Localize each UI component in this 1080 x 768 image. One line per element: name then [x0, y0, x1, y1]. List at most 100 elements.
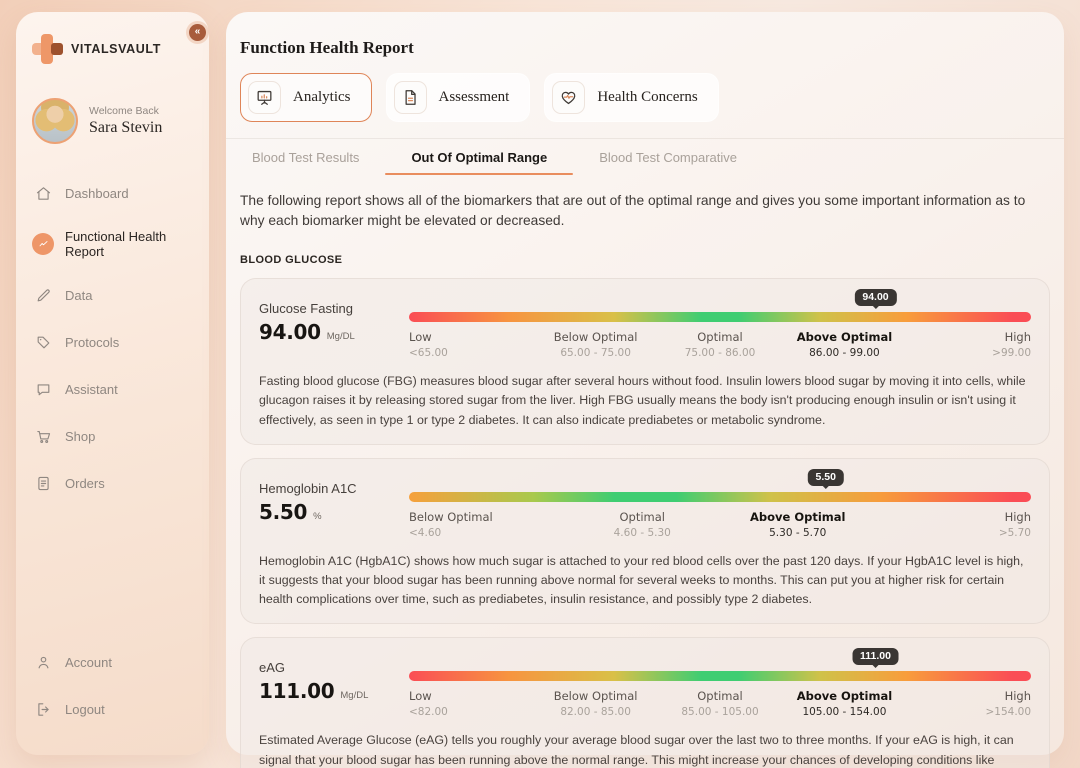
tab-analytics[interactable]: Analytics	[240, 73, 372, 122]
range-values: <65.00	[409, 347, 533, 359]
tab-label: Assessment	[439, 89, 510, 106]
range-below-optimal: Below Optimal <4.60	[409, 510, 565, 539]
range-values: 75.00 - 86.00	[658, 347, 782, 359]
biomarker-name: eAG	[259, 660, 409, 675]
range-values: 105.00 - 154.00	[782, 706, 906, 718]
biomarker-value: 111.00	[259, 679, 334, 703]
main-panel: Function Health Report Analytics Assessme…	[226, 12, 1064, 755]
biomarker-card-eag: eAG 111.00 Mg/DL 111.00 Low <82.00Below Optim…	[240, 637, 1050, 768]
receipt-icon	[32, 472, 54, 494]
sidebar-item-label: Assistant	[65, 382, 118, 397]
chevrons-left-icon: «	[195, 26, 201, 37]
biomarker-card-glucose-fasting: Glucose Fasting 94.00 Mg/DL 94.00 Low <65.00B…	[240, 278, 1050, 445]
sidebar-item-logout[interactable]: Logout	[18, 686, 207, 732]
sidebar-item-shop[interactable]: Shop	[18, 413, 207, 459]
value-marker-badge: 5.50	[808, 469, 844, 486]
range-label: Above Optimal	[720, 510, 876, 524]
range-values: 86.00 - 99.00	[782, 347, 906, 359]
sidebar-item-data[interactable]: Data	[18, 272, 207, 318]
range-gradient-bar	[409, 492, 1031, 502]
range-label: Above Optimal	[782, 689, 906, 703]
biomarker-card-hemoglobin-a1c: Hemoglobin A1C5.50%5.50Below Optimal<4.6…	[240, 458, 1050, 625]
document-icon	[394, 81, 427, 114]
sidebar-item-protocols[interactable]: Protocols	[18, 319, 207, 365]
section-title: BLOOD GLUCOSE	[240, 254, 1050, 266]
tab-health-concerns[interactable]: Health Concerns	[544, 73, 718, 122]
range-label: High	[907, 689, 1031, 703]
subtab-out-of-optimal-range[interactable]: Out Of Optimal Range	[385, 139, 573, 175]
sidebar-item-assistant[interactable]: Assistant	[18, 366, 207, 412]
tab-assessment[interactable]: Assessment	[386, 73, 531, 122]
range-optimal: Optimal 85.00 - 105.00	[658, 689, 782, 718]
page-title: Function Health Report	[240, 38, 1050, 58]
welcome-label: Welcome Back	[89, 105, 162, 117]
range-gradient-bar	[409, 312, 1031, 322]
range-below-optimal: Below Optimal65.00 - 75.00	[533, 330, 657, 359]
range-label: Optimal	[658, 689, 782, 703]
range-label: Below Optimal	[409, 510, 565, 524]
tab-label: Health Concerns	[597, 89, 697, 106]
range-values: >99.00	[907, 347, 1031, 359]
biomarker-description: Fasting blood glucose (FBG) measures blo…	[259, 372, 1031, 430]
biomarker-unit: Mg/DL	[340, 690, 368, 701]
biomarker-value: 94.00	[259, 320, 321, 344]
sidebar-item-label: Dashboard	[65, 186, 129, 201]
range-values: 65.00 - 75.00	[533, 347, 657, 359]
range-optimal: Optimal75.00 - 86.00	[658, 330, 782, 359]
tab-label: Analytics	[293, 89, 351, 106]
range-label: Above Optimal	[782, 330, 906, 344]
pencil-icon	[32, 284, 54, 306]
avatar[interactable]	[32, 98, 78, 144]
sidebar-item-account[interactable]: Account	[18, 639, 207, 685]
range-label: Optimal	[565, 510, 721, 524]
biomarker-summary: Glucose Fasting 94.00 Mg/DL	[259, 291, 409, 359]
subtab-blood-test-results[interactable]: Blood Test Results	[240, 139, 385, 175]
range-label: High	[876, 510, 1032, 524]
intro-text: The following report shows all of the bi…	[240, 191, 1050, 230]
chart-icon	[32, 233, 54, 255]
range-values: 4.60 - 5.30	[565, 527, 721, 539]
biomarker-name: Glucose Fasting	[259, 301, 409, 316]
range-label: Low	[409, 689, 533, 703]
sidebar-item-label: Orders	[65, 476, 105, 491]
subtab-blood-test-comparative[interactable]: Blood Test Comparative	[573, 139, 763, 175]
range-above-optimal: Above Optimal 105.00 - 154.00	[782, 689, 906, 718]
home-icon	[32, 182, 54, 204]
sidebar-item-orders[interactable]: Orders	[18, 460, 207, 506]
range-above-optimal: Above Optimal 86.00 - 99.00	[782, 330, 906, 359]
range-values: 82.00 - 85.00	[533, 706, 657, 718]
range-values: 85.00 - 105.00	[658, 706, 782, 718]
sidebar-item-label: Protocols	[65, 335, 119, 350]
sidebar-item-label: Data	[65, 288, 92, 303]
sidebar-item-label: Logout	[65, 702, 105, 717]
range-low: Low <82.00	[409, 689, 533, 718]
range-values: 5.30 - 5.70	[720, 527, 876, 539]
chat-icon	[32, 378, 54, 400]
range-label: Low	[409, 330, 533, 344]
range-bar-zone: 5.50 Below Optimal <4.60Optimal 4.60 - 5.30…	[409, 471, 1031, 539]
biomarker-unit: %	[313, 511, 321, 522]
range-optimal: Optimal 4.60 - 5.30	[565, 510, 721, 539]
biomarker-summary: eAG 111.00 Mg/DL	[259, 650, 409, 718]
sidebar-item-functional-health-report[interactable]: Functional Health Report	[18, 217, 207, 271]
sidebar-item-label: Account	[65, 655, 112, 670]
biomarker-unit: Mg/DL	[327, 331, 355, 342]
range-label: High	[907, 330, 1031, 344]
range-high: High>154.00	[907, 689, 1031, 718]
biomarker-value: 5.50	[259, 500, 307, 524]
range-values: <82.00	[409, 706, 533, 718]
sidebar-nav: Dashboard Functional Health Report Data Pro…	[16, 170, 209, 506]
sidebar-item-label: Shop	[65, 429, 95, 444]
range-gradient-bar	[409, 671, 1031, 681]
user-profile: Welcome Back Sara Stevin	[32, 98, 195, 144]
sidebar-item-dashboard[interactable]: Dashboard	[18, 170, 207, 216]
range-below-optimal: Below Optimal82.00 - 85.00	[533, 689, 657, 718]
value-marker-badge: 111.00	[852, 648, 899, 665]
report-tabs: Analytics Assessment Health Concerns	[240, 73, 1050, 122]
value-marker-badge: 94.00	[854, 289, 896, 306]
range-high: High>5.70	[876, 510, 1032, 539]
sidebar-collapse-button[interactable]: «	[189, 24, 206, 41]
range-values: <4.60	[409, 527, 565, 539]
logout-icon	[32, 698, 54, 720]
sidebar: « VITALSVAULT Welcome Back Sara Stevin D…	[16, 12, 209, 755]
